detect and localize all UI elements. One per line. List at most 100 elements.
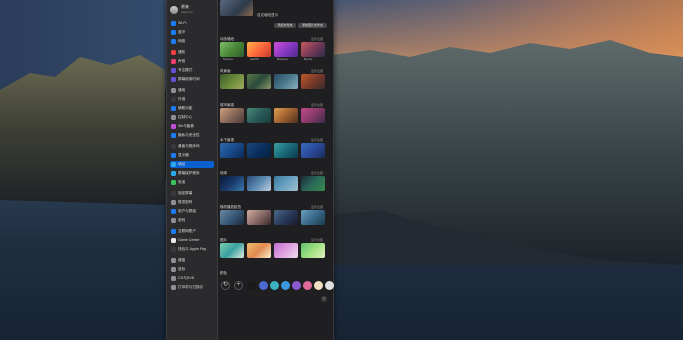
wallpaper-thumbnail[interactable]: [220, 74, 244, 89]
show-all-button[interactable]: 显示全部: [311, 238, 323, 242]
sidebar-item[interactable]: 屏幕使用时间: [170, 76, 214, 83]
sidebar-item[interactable]: 通知: [170, 49, 214, 56]
color-swatch[interactable]: [281, 281, 290, 290]
bluetooth-icon: [171, 30, 176, 35]
wallpaper-thumbnail[interactable]: [247, 108, 271, 123]
add-folder-button[interactable]: 添加文件夹: [274, 23, 296, 28]
wallpaper-thumbnail[interactable]: [247, 243, 271, 258]
sidebar-item[interactable]: Siri与聚焦: [170, 123, 214, 130]
wallpaper-thumbnail[interactable]: [220, 210, 244, 225]
color-swatch[interactable]: [259, 281, 268, 290]
display-icon: [171, 153, 176, 158]
sidebar-item[interactable]: 钱包与 Apple Pay: [170, 246, 214, 253]
wallpaper-thumbnail[interactable]: [247, 143, 271, 158]
sidebar-item[interactable]: 外观: [170, 96, 214, 103]
wallpaper-thumbnail[interactable]: [274, 74, 298, 89]
current-wallpaper-preview[interactable]: [220, 0, 253, 16]
sidebar-item[interactable]: 辅助功能: [170, 105, 214, 112]
wallpaper-thumbnail[interactable]: [220, 143, 244, 158]
wallpaper-thumbnail[interactable]: [274, 42, 298, 57]
sidebar-item-label: Siri与聚焦: [178, 124, 194, 129]
color-swatch[interactable]: [248, 281, 257, 290]
sidebar-item[interactable]: 屏幕保护程序: [170, 170, 214, 177]
sidebar-item[interactable]: 显示器: [170, 152, 214, 159]
wallpaper-thumbnail[interactable]: [220, 176, 244, 191]
sidebar-item[interactable]: 墙纸: [170, 161, 214, 168]
wallpaper-thumbnail[interactable]: [274, 176, 298, 191]
sidebar-item[interactable]: 打印机与扫描仪: [170, 284, 214, 291]
sidebar-item[interactable]: 用户与群组: [170, 208, 214, 215]
sidebar-item[interactable]: 声音: [170, 58, 214, 65]
wallpaper-thumbnail[interactable]: [301, 210, 325, 225]
sidebar-item-label: 用户与群组: [178, 209, 196, 214]
show-all-button[interactable]: 显示全部: [311, 138, 323, 142]
passwords-icon: [171, 218, 176, 223]
color-swatch[interactable]: [292, 281, 301, 290]
sidebar-item[interactable]: 网络: [170, 38, 214, 45]
notification-icon: [171, 50, 176, 55]
show-all-button[interactable]: 显示全部: [311, 171, 323, 175]
wallpaper-thumbnail[interactable]: [274, 210, 298, 225]
sidebar-item[interactable]: 电池: [170, 179, 214, 186]
add-photo-folder-button[interactable]: 添加照片文件夹: [298, 23, 327, 28]
wallpaper-thumbnail[interactable]: [247, 42, 271, 57]
color-swatch[interactable]: [270, 281, 279, 290]
show-all-button[interactable]: 显示全部: [311, 37, 323, 41]
refresh-icon[interactable]: ↻: [221, 281, 230, 290]
wallpaper-thumbnail[interactable]: [220, 42, 244, 57]
sidebar-item[interactable]: 互联网账户: [170, 228, 214, 235]
sidebar-item[interactable]: 隐私与安全性: [170, 132, 214, 139]
wallpaper-thumbnail[interactable]: [274, 243, 298, 258]
sidebar-item-label: 屏幕保护程序: [178, 171, 200, 176]
wallpaper-thumbnail[interactable]: [274, 108, 298, 123]
desktop-dock-icon: [171, 144, 176, 149]
show-all-button[interactable]: 显示全部: [311, 103, 323, 107]
sidebar-item[interactable]: Wi-Fi: [170, 20, 214, 27]
game-center-icon: [171, 238, 176, 243]
show-all-button[interactable]: 显示全部: [311, 69, 323, 73]
wallpaper-thumbnail[interactable]: [301, 108, 325, 123]
user-account[interactable]: 原来 Apple ID: [169, 3, 215, 17]
wallpaper-thumbnail[interactable]: [301, 143, 325, 158]
sidebar-item-label: 通用: [178, 88, 186, 93]
sidebar-item[interactable]: 桌面与程序坞: [170, 143, 214, 150]
wallpaper-thumbnail[interactable]: [274, 143, 298, 158]
sidebar-item-label: 隐私与安全性: [178, 133, 200, 138]
sidebar-item[interactable]: 登录密码: [170, 199, 214, 206]
sidebar-item[interactable]: 通用: [170, 87, 214, 94]
sidebar-item[interactable]: 专注模式: [170, 67, 214, 74]
wallpaper-thumbnail[interactable]: [301, 243, 325, 258]
help-icon[interactable]: ?: [321, 296, 327, 302]
sidebar-item-label: 蓝牙: [178, 30, 186, 35]
wallpaper-thumbnail[interactable]: [301, 74, 325, 89]
wallpaper-thumbnail[interactable]: [247, 210, 271, 225]
sidebar-item[interactable]: Game Center: [170, 237, 214, 244]
sidebar-item-label: 专注模式: [178, 68, 193, 73]
sidebar-item-label: 打印机与扫描仪: [178, 285, 204, 290]
wallpaper-thumbnail[interactable]: [247, 176, 271, 191]
sidebar-item[interactable]: 键盘: [170, 257, 214, 264]
add-color-icon[interactable]: +: [234, 281, 243, 290]
color-swatch[interactable]: [303, 281, 312, 290]
internet-accounts-icon: [171, 229, 176, 234]
wallpaper-thumbnail[interactable]: [220, 108, 244, 123]
wallet-icon: [171, 247, 176, 252]
show-all-button[interactable]: 显示全部: [311, 205, 323, 209]
color-swatch[interactable]: [325, 281, 334, 290]
sidebar-item[interactable]: 锁定屏幕: [170, 190, 214, 197]
wallpaper-thumbnail[interactable]: [220, 243, 244, 258]
sidebar-item[interactable]: CD与DVD: [170, 275, 214, 282]
sidebar-item[interactable]: 密码: [170, 217, 214, 224]
sidebar-item[interactable]: 鼠标: [170, 266, 214, 273]
sidebar-item-label: 锁定屏幕: [178, 191, 193, 196]
wallpaper-thumbnail[interactable]: [301, 42, 325, 57]
color-swatch[interactable]: [314, 281, 323, 290]
privacy-icon: [171, 133, 176, 138]
focus-icon: [171, 68, 176, 73]
sidebar-item[interactable]: 控制中心: [170, 114, 214, 121]
wallpaper-thumbnail[interactable]: [301, 176, 325, 191]
battery-icon: [171, 180, 176, 185]
sidebar-item[interactable]: 蓝牙: [170, 29, 214, 36]
sidebar-item-label: 电池: [178, 180, 186, 185]
wallpaper-thumbnail[interactable]: [247, 74, 271, 89]
